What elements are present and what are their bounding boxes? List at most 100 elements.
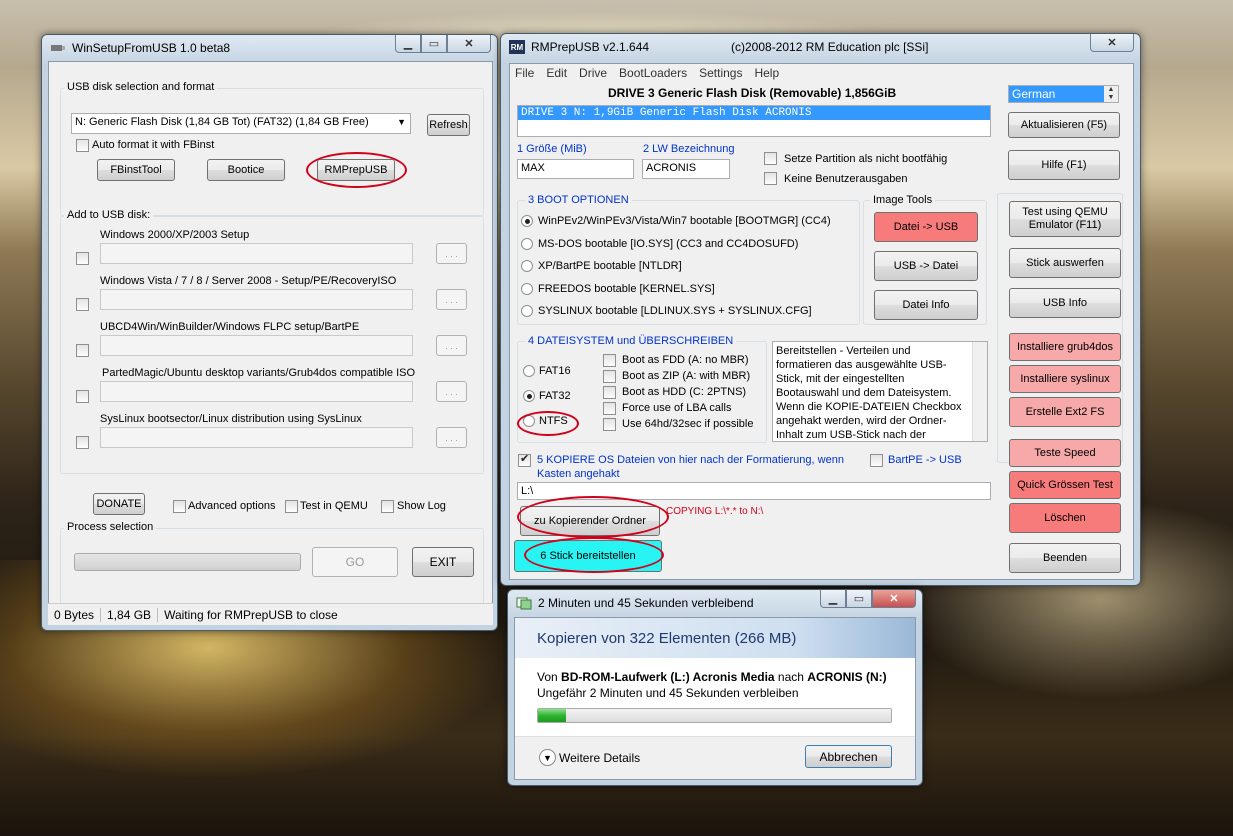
dialog-title: 2 Minuten und 45 Sekunden verbleibend xyxy=(538,596,754,610)
quick-size-test-button[interactable]: Quick Grössen Test xyxy=(1009,471,1121,499)
bartpe-checkbox[interactable] xyxy=(870,454,883,467)
grub4dos-button[interactable]: Installiere grub4dos xyxy=(1009,333,1121,361)
file-to-usb-button[interactable]: Datei -> USB xyxy=(874,212,978,242)
fs-option-checkbox[interactable] xyxy=(603,386,616,399)
fs-option-checkbox[interactable] xyxy=(603,370,616,383)
usb-to-file-button[interactable]: USB -> Datei xyxy=(874,251,978,281)
boot-options-label: 3 BOOT OPTIONEN xyxy=(525,194,632,206)
filesystem-radio[interactable] xyxy=(523,390,535,402)
browse-button[interactable]: . . . xyxy=(436,381,467,402)
browse-button[interactable]: . . . xyxy=(436,335,467,356)
fs-option-label: Use 64hd/32sec if possible xyxy=(622,418,754,430)
help-button[interactable]: Hilfe (F1) xyxy=(1008,150,1120,180)
minimize-icon[interactable]: ▁ xyxy=(820,590,846,608)
cancel-button[interactable]: Abbrechen xyxy=(805,745,892,768)
menu-bar: File Edit Drive BootLoaders Settings Help xyxy=(510,64,1133,82)
auto-format-label: Auto format it with FBinst xyxy=(92,139,215,151)
refresh-button[interactable]: Refresh xyxy=(427,114,470,136)
fs-option-label: Force use of LBA calls xyxy=(622,402,732,414)
copy-files-checkbox[interactable] xyxy=(518,452,531,467)
auto-format-checkbox[interactable] xyxy=(76,139,89,152)
drive-list[interactable]: DRIVE 3 N: 1,9GiB Generic Flash Disk ACR… xyxy=(517,105,991,137)
drive-header: DRIVE 3 Generic Flash Disk (Removable) 1… xyxy=(608,86,897,100)
eject-button[interactable]: Stick auswerfen xyxy=(1009,248,1121,278)
boot-option-radio[interactable] xyxy=(521,215,533,227)
scrollbar[interactable] xyxy=(972,342,987,441)
copy-remaining: Ungefähr 2 Minuten und 45 Sekunden verbl… xyxy=(537,686,799,700)
file-info-button[interactable]: Datei Info xyxy=(874,290,978,320)
source-path-input[interactable] xyxy=(100,289,413,310)
copy-message: COPYING L:\*.* to N:\ xyxy=(666,506,764,517)
browse-button[interactable]: . . . xyxy=(436,427,467,448)
refresh-button[interactable]: Aktualisieren (F5) xyxy=(1008,112,1120,138)
source-path-input[interactable] xyxy=(100,427,413,448)
bootice-button[interactable]: Bootice xyxy=(207,159,285,181)
test-qemu-checkbox[interactable] xyxy=(285,500,298,513)
minimize-icon[interactable]: ▁ xyxy=(395,35,421,53)
no-prompt-checkbox[interactable] xyxy=(764,172,777,185)
donate-button[interactable]: DONATE xyxy=(93,493,145,515)
qemu-button[interactable]: Test using QEMU Emulator (F11) xyxy=(1009,201,1121,237)
menu-item-help[interactable]: Help xyxy=(754,66,779,80)
volume-input[interactable]: ACRONIS xyxy=(642,159,730,179)
drive-row[interactable]: DRIVE 3 N: 1,9GiB Generic Flash Disk ACR… xyxy=(518,106,990,120)
source-checkbox[interactable] xyxy=(76,436,89,449)
copyright: (c)2008-2012 RM Education plc [SSi] xyxy=(731,40,929,54)
browse-button[interactable]: . . . xyxy=(436,243,467,264)
boot-option-radio[interactable] xyxy=(521,237,533,250)
usb-info-button[interactable]: USB Info xyxy=(1009,288,1121,318)
highlight-oval xyxy=(517,411,579,436)
delete-button[interactable]: Löschen xyxy=(1009,503,1121,533)
boot-option-radio[interactable] xyxy=(521,260,533,272)
usb-selection-group xyxy=(60,88,484,216)
maximize-icon[interactable]: ▭ xyxy=(421,35,447,53)
ext2-button[interactable]: Erstelle Ext2 FS xyxy=(1009,397,1121,427)
syslinux-button[interactable]: Installiere syslinux xyxy=(1009,365,1121,393)
no-prompt-label: Keine Benutzerausgaben xyxy=(784,173,908,185)
source-checkbox[interactable] xyxy=(76,344,89,357)
maximize-icon[interactable]: ▭ xyxy=(846,590,872,608)
menu-item-bootloaders[interactable]: BootLoaders xyxy=(619,66,687,80)
more-details-label[interactable]: Weitere Details xyxy=(559,751,640,765)
rm-logo-icon: RM xyxy=(509,40,525,54)
go-button[interactable]: GO xyxy=(312,547,398,577)
source-checkbox[interactable] xyxy=(76,252,89,265)
fbinsttool-button[interactable]: FBinstTool xyxy=(97,159,175,181)
size-input[interactable]: MAX xyxy=(517,159,634,179)
boot-option-radio[interactable] xyxy=(521,282,533,295)
close-icon[interactable]: ✕ xyxy=(872,590,916,608)
bartpe-label: BartPE -> USB xyxy=(888,454,962,466)
speed-test-button[interactable]: Teste Speed xyxy=(1009,439,1121,467)
filesystem-radio[interactable] xyxy=(523,365,535,377)
source-checkbox[interactable] xyxy=(76,298,89,311)
source-path-input[interactable] xyxy=(100,381,413,402)
fs-option-checkbox[interactable] xyxy=(603,402,616,415)
rmprep-titlebar[interactable]: RM RMPrepUSB v2.1.644 (c)2008-2012 RM Ed… xyxy=(501,34,1140,60)
boot-option-radio[interactable] xyxy=(521,305,533,317)
info-text-box: Bereitstellen - Verteilen und formatiere… xyxy=(772,341,988,442)
language-select[interactable]: German ▲ ▼ xyxy=(1008,85,1119,103)
filesystem-label: FAT32 xyxy=(539,390,571,402)
menu-item-settings[interactable]: Settings xyxy=(699,66,742,80)
advanced-options-checkbox[interactable] xyxy=(173,500,186,513)
chevron-down-icon[interactable]: ▼ xyxy=(539,749,556,766)
source-path-input[interactable] xyxy=(100,335,413,356)
menu-item-edit[interactable]: Edit xyxy=(546,66,567,80)
browse-button[interactable]: . . . xyxy=(436,289,467,310)
source-path-input[interactable] xyxy=(100,243,413,264)
menu-item-drive[interactable]: Drive xyxy=(579,66,607,80)
copy-from-line: Von BD-ROM-Laufwerk (L:) Acronis Media n… xyxy=(537,670,887,684)
show-log-checkbox[interactable] xyxy=(381,500,394,513)
close-icon[interactable]: ✕ xyxy=(447,35,491,53)
menu-item-file[interactable]: File xyxy=(515,66,534,80)
fs-option-checkbox[interactable] xyxy=(603,418,616,431)
exit-button[interactable]: EXIT xyxy=(412,547,474,577)
quit-button[interactable]: Beenden xyxy=(1009,543,1121,573)
fs-option-checkbox[interactable] xyxy=(603,354,616,367)
close-icon[interactable]: ✕ xyxy=(1090,34,1134,52)
disk-select[interactable]: N: Generic Flash Disk (1,84 GB Tot) (FAT… xyxy=(71,113,411,134)
copy-header: Kopieren von 322 Elementen (266 MB) xyxy=(515,618,915,658)
source-checkbox[interactable] xyxy=(76,390,89,403)
non-bootable-checkbox[interactable] xyxy=(764,152,777,165)
copy-footer: ▼ Weitere Details Abbrechen xyxy=(515,736,915,779)
